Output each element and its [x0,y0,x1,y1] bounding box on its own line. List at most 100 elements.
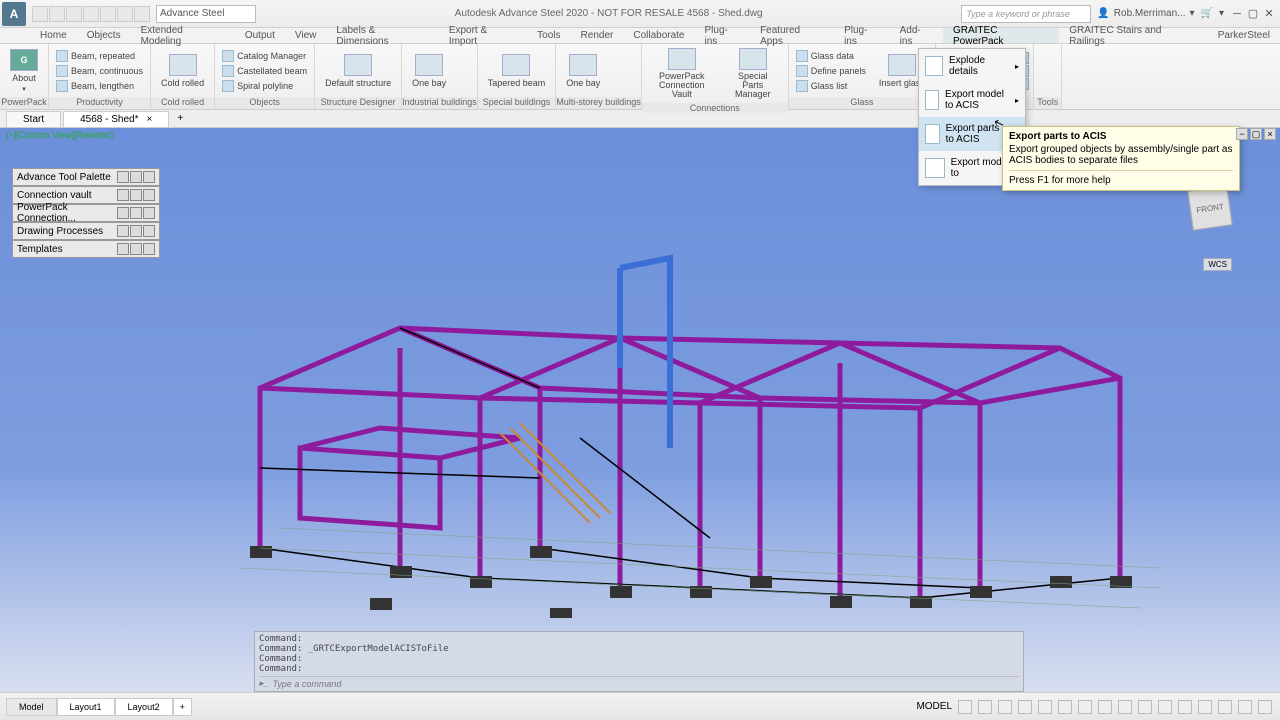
pal-icon[interactable] [130,225,142,237]
pal-icon[interactable] [117,243,129,255]
pal-icon[interactable] [130,171,142,183]
ribbon-item[interactable]: Beam, lengthen [53,79,146,93]
qat-print-icon[interactable] [100,6,116,22]
more3-icon[interactable] [1238,700,1252,714]
dropdown-item[interactable]: Export model to ACIS▸ [919,83,1025,117]
pal-icon[interactable] [117,207,129,219]
pal-close-icon[interactable] [143,189,155,201]
settings-icon[interactable] [1178,700,1192,714]
gizmo-icon[interactable] [1098,700,1112,714]
ribbon-tab[interactable]: Render [571,28,624,43]
polar-icon[interactable] [1018,700,1032,714]
pal-close-icon[interactable] [143,225,155,237]
workspace-icon[interactable] [1118,700,1132,714]
pal-icon[interactable] [130,189,142,201]
cart-icon[interactable]: 🛒 [1201,8,1213,19]
qat-saveas-icon[interactable] [83,6,99,22]
layout-tab[interactable]: Layout2 [115,698,173,716]
ribbon-tab[interactable]: Tools [527,28,570,43]
more-icon[interactable] [1198,700,1212,714]
tab-start[interactable]: Start [6,111,61,127]
tapered-beam-button[interactable]: Tapered beam [482,52,552,90]
close-button[interactable]: ✕ [1262,7,1276,21]
add-layout-button[interactable]: + [173,698,192,716]
ribbon-item[interactable]: Beam, continuous [53,64,146,78]
ribbon-item[interactable]: Castellated beam [219,64,310,78]
ribbon-item[interactable]: Spiral polyline [219,79,310,93]
palette-row[interactable]: Drawing Processes [12,222,160,240]
dropdown-item[interactable]: Explode details▸ [919,49,1025,83]
palette-row[interactable]: Templates [12,240,160,258]
qat-undo-icon[interactable] [117,6,133,22]
ribbon-item[interactable]: Beam, repeated [53,49,146,63]
osnap-icon[interactable] [1058,700,1072,714]
layout-tab[interactable]: Layout1 [57,698,115,716]
qat-new-icon[interactable] [32,6,48,22]
ribbon-item[interactable]: Glass data [793,49,869,63]
ribbon-tab[interactable]: GRAITEC PowerPack [943,28,1059,43]
ribbon-item[interactable]: Catalog Manager [219,49,310,63]
ortho-icon[interactable] [998,700,1012,714]
ribbon-tab[interactable]: Export & Import [439,28,527,43]
ribbon-tab[interactable]: Objects [77,28,131,43]
style-combo[interactable]: Advance Steel [156,5,256,23]
ribbon-tab[interactable]: Featured Apps [750,28,834,43]
about-button[interactable]: GAbout▾ [4,47,44,95]
view-label[interactable]: [−][Custom View][Realistic] [6,130,113,140]
ribbon-tab[interactable]: Extended Modeling [131,28,235,43]
iso-icon[interactable] [1038,700,1052,714]
ribbon-tab[interactable]: Home [30,28,77,43]
ribbon-tab[interactable]: ParkerSteel [1208,28,1280,43]
default-structure-button[interactable]: Default structure [319,52,397,90]
maximize-button[interactable]: ▢ [1246,7,1260,21]
ribbon-tab[interactable]: Output [235,28,285,43]
more4-icon[interactable] [1258,700,1272,714]
onebay-industrial-button[interactable]: One bay [406,52,452,90]
app-icon[interactable]: A [2,2,26,26]
pal-icon[interactable] [117,189,129,201]
tab-shed[interactable]: 4568 - Shed*× [63,111,169,127]
qat-save-icon[interactable] [66,6,82,22]
panel-close-icon[interactable]: × [1264,128,1276,140]
coldrolled-button[interactable]: Cold rolled [155,52,210,90]
ribbon-item[interactable]: Glass list [793,79,869,93]
ribbon-tab[interactable]: GRAITEC Stairs and Railings [1059,28,1208,43]
layout-tab[interactable]: Model [6,698,57,716]
close-tab-icon[interactable]: × [147,114,153,125]
wcs-label[interactable]: WCS [1203,258,1232,271]
pal-icon[interactable] [130,243,142,255]
ribbon-tab[interactable]: View [285,28,327,43]
cleanscreen-icon[interactable] [1158,700,1172,714]
ribbon-tab[interactable]: Plug-ins [834,28,890,43]
onebay-multistorey-button[interactable]: One bay [560,52,606,90]
command-line[interactable]: Command:Command: _GRTCExportModelACISToF… [254,631,1024,692]
panel-max-icon[interactable]: ▢ [1250,128,1262,140]
pal-icon[interactable] [117,171,129,183]
ribbon-tab[interactable]: Labels & Dimensions [326,28,438,43]
connection-vault-button[interactable]: PowerPack Connection Vault [646,46,718,101]
customize-icon[interactable] [1138,700,1152,714]
user-menu[interactable]: 👤 Rob.Merriman... ▾ [1097,8,1194,19]
viewport[interactable]: [−][Custom View][Realistic] Advance Tool… [0,128,1280,692]
panel-min-icon[interactable]: − [1236,128,1248,140]
pal-close-icon[interactable] [143,207,155,219]
search-input[interactable]: Type a keyword or phrase [961,5,1091,23]
ribbon-tab[interactable]: Plug-ins [695,28,751,43]
ribbon-tab[interactable]: Collaborate [623,28,694,43]
pal-icon[interactable] [117,225,129,237]
pal-icon[interactable] [130,207,142,219]
viewcube[interactable]: FRONT [1187,185,1232,230]
grid-icon[interactable] [958,700,972,714]
minimize-button[interactable]: ─ [1230,7,1244,21]
command-input[interactable]: ▸_ Type a command [259,676,1019,689]
pal-close-icon[interactable] [143,171,155,183]
palette-row[interactable]: PowerPack Connection... [12,204,160,222]
snap-icon[interactable] [978,700,992,714]
help-icon[interactable]: ▾ [1219,8,1224,19]
ribbon-item[interactable]: Define panels [793,64,869,78]
palette-row[interactable]: Advance Tool Palette [12,168,160,186]
new-tab-button[interactable]: + [171,111,189,126]
ribbon-tab[interactable]: Add-ins [890,28,943,43]
model-label[interactable]: MODEL [916,701,952,712]
special-parts-button[interactable]: Special Parts Manager [722,46,784,101]
